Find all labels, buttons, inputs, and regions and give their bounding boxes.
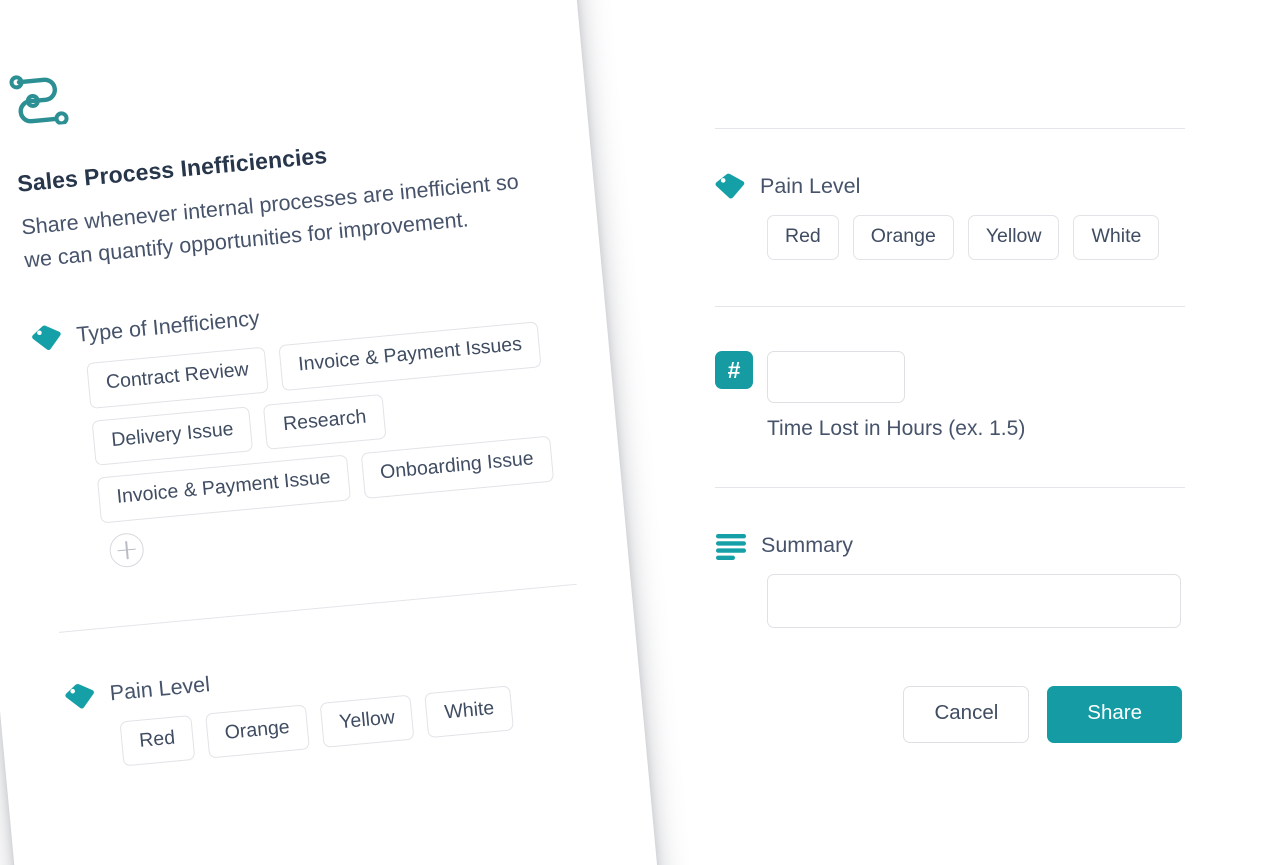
screen-root: Sales Process Inefficiencies Share whene…: [0, 0, 1280, 865]
left-form-card: Sales Process Inefficiencies Share whene…: [0, 0, 664, 865]
field-header: Summary: [715, 532, 1185, 561]
field-type-of-inefficiency: Type of Inefficiency Contract Review Inv…: [31, 278, 572, 573]
field-time-lost: # Time Lost in Hours (ex. 1.5): [715, 351, 1185, 441]
chip-delivery-issue[interactable]: Delivery Issue: [91, 406, 254, 466]
field-pain-level-left: Pain Level Red Orange Yellow White: [64, 636, 590, 771]
tag-icon: [715, 173, 745, 199]
field-header: Pain Level: [715, 173, 1185, 201]
chip-invoice-payment-issues[interactable]: Invoice & Payment Issues: [278, 321, 542, 391]
divider: [58, 583, 577, 633]
chip-yellow[interactable]: Yellow: [319, 694, 415, 748]
chip-orange[interactable]: Orange: [852, 215, 954, 261]
chip-contract-review[interactable]: Contract Review: [86, 346, 269, 409]
time-lost-hint: Time Lost in Hours (ex. 1.5): [767, 417, 1026, 441]
hash-icon: #: [715, 351, 753, 390]
divider: [715, 128, 1185, 129]
chip-red[interactable]: Red: [767, 215, 839, 261]
field-label: Pain Level: [760, 174, 861, 199]
hash-glyph: #: [715, 351, 753, 390]
field-summary: Summary: [715, 532, 1185, 629]
field-header: #: [715, 351, 1185, 404]
field-pain-level: Pain Level Red Orange Yellow White: [715, 173, 1185, 261]
chip-invoice-payment-issue[interactable]: Invoice & Payment Issue: [96, 454, 351, 523]
chip-orange[interactable]: Orange: [204, 703, 310, 759]
route-workflow-icon: [9, 75, 69, 126]
share-button[interactable]: Share: [1047, 686, 1182, 743]
field-label: Type of Inefficiency: [75, 306, 261, 348]
divider: [715, 487, 1185, 489]
field-label: Pain Level: [108, 671, 211, 705]
tag-icon: [65, 683, 94, 709]
divider: [715, 306, 1185, 308]
form-actions: Cancel Share: [715, 686, 1185, 743]
cancel-button[interactable]: Cancel: [903, 686, 1030, 743]
chip-research[interactable]: Research: [263, 393, 387, 450]
field-label: Summary: [761, 533, 853, 558]
chip-group-pain-level: Red Orange Yellow White: [715, 215, 1185, 261]
right-form-panel: Pain Level Red Orange Yellow White # Tim…: [715, 0, 1185, 865]
chip-group-type-of-inefficiency: Contract Review Invoice & Payment Issues…: [34, 320, 571, 573]
tag-icon: [32, 325, 61, 351]
text-lines-icon: [716, 534, 746, 561]
chip-white[interactable]: White: [1073, 215, 1160, 261]
time-lost-input[interactable]: [767, 351, 905, 404]
left-form-card-wrapper: Sales Process Inefficiencies Share whene…: [0, 0, 664, 865]
chip-yellow[interactable]: Yellow: [967, 215, 1060, 261]
chip-red[interactable]: Red: [119, 714, 196, 767]
chip-onboarding-issue[interactable]: Onboarding Issue: [360, 435, 554, 499]
summary-textarea[interactable]: [767, 574, 1181, 629]
chip-white[interactable]: White: [424, 684, 515, 739]
plus-circle-icon[interactable]: [108, 531, 146, 569]
